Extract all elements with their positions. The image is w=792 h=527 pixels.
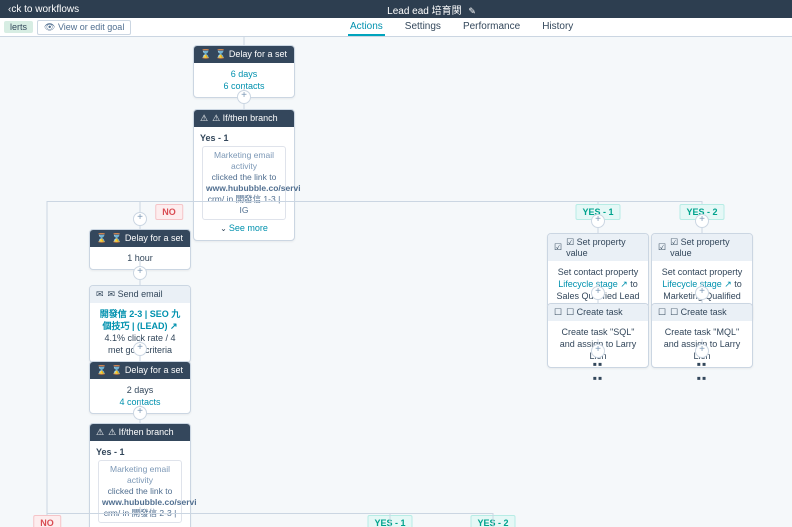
tab-settings[interactable]: Settings [403,19,443,36]
plus-icon[interactable]: + [695,214,709,228]
plus-icon[interactable]: + [237,90,251,104]
connector [244,37,245,45]
tab-performance[interactable]: Performance [461,19,522,36]
branch-no-label: NO [33,515,61,527]
card-header: ☑☑ Set property value [652,234,752,261]
ifthen-branch-card-1[interactable]: ⚠⚠ If/then branch Yes - 1 Marketing emai… [193,109,295,241]
hourglass-icon: ⌛ [96,365,107,376]
plus-icon[interactable]: + [591,214,605,228]
plus-icon[interactable]: + [591,286,605,300]
card-header: ✉✉ Send email [90,286,190,303]
connector [140,201,702,202]
check-icon: ☑ [554,242,562,253]
workflow-canvas[interactable]: ⌛⌛ Delay for a set amou... 6 days 6 cont… [0,37,792,527]
plus-icon[interactable]: + [133,212,147,226]
plus-icon[interactable]: + [133,342,147,356]
card-header: ⚠⚠ If/then branch [90,424,190,441]
workflow-title: Lead ead 培育関 ✎ [79,2,784,17]
card-header: ⌛⌛ Delay for a set amou... [194,46,294,63]
connector [47,201,48,527]
chevron-down-icon: ⌄ [220,224,227,233]
alerts-chip[interactable]: lerts [4,21,33,33]
card-header: ⌛⌛ Delay for a set amou... [90,362,190,379]
connector [493,513,494,527]
plus-icon[interactable]: + [133,406,147,420]
tab-actions[interactable]: Actions [348,19,385,36]
connector [47,201,140,202]
hourglass-icon: ⌛ [200,49,211,60]
branch-criteria: Marketing email activity clicked the lin… [202,146,286,220]
check-icon: ☑ [658,242,666,253]
branch-icon: ⚠ [96,427,104,438]
pencil-icon[interactable]: ✎ [468,6,476,16]
branch-yes-label: Yes - 1 [200,132,288,144]
email-link[interactable]: 開發信 2-3 | SEO 九個技巧 | (LEAD) ↗ [96,308,184,332]
tab-history[interactable]: History [540,19,575,36]
delay-duration: 2 days [96,384,184,396]
see-more-link[interactable]: See more [229,223,268,233]
card-header: ☑☑ Set property value [548,234,648,261]
card-header: ☐☐ Create task [548,304,648,321]
sub-toolbar: lerts 👁 View or edit goal Actions Settin… [0,18,792,37]
plus-icon[interactable]: + [695,344,709,358]
connector [390,513,391,527]
delay-duration: 6 days [200,68,288,80]
end-marker-icon: ▪▪▪▪ [697,357,708,385]
card-header: ⚠⚠ If/then branch [194,110,294,127]
end-marker-icon: ▪▪▪▪ [593,357,604,385]
plus-icon[interactable]: + [133,266,147,280]
branch-no-label: NO [155,204,183,220]
mail-icon: ✉ [96,289,104,300]
top-app-bar: ‹ck to workflows Lead ead 培育関 ✎ [0,0,792,18]
task-icon: ☐ [554,307,562,318]
hourglass-icon: ⌛ [96,233,107,244]
connector [47,513,493,514]
branch-icon: ⚠ [200,113,208,124]
tabs: Actions Settings Performance History [131,19,792,36]
branch-yes-label: Yes - 1 [96,446,184,458]
plus-icon[interactable]: + [695,286,709,300]
back-to-workflows-link[interactable]: ‹ck to workflows [8,4,79,15]
task-icon: ☐ [658,307,666,318]
view-goal-button[interactable]: 👁 View or edit goal [37,20,131,35]
card-header: ⌛⌛ Delay for a set amou... [90,230,190,247]
plus-icon[interactable]: + [591,344,605,358]
card-header: ☐☐ Create task [652,304,752,321]
